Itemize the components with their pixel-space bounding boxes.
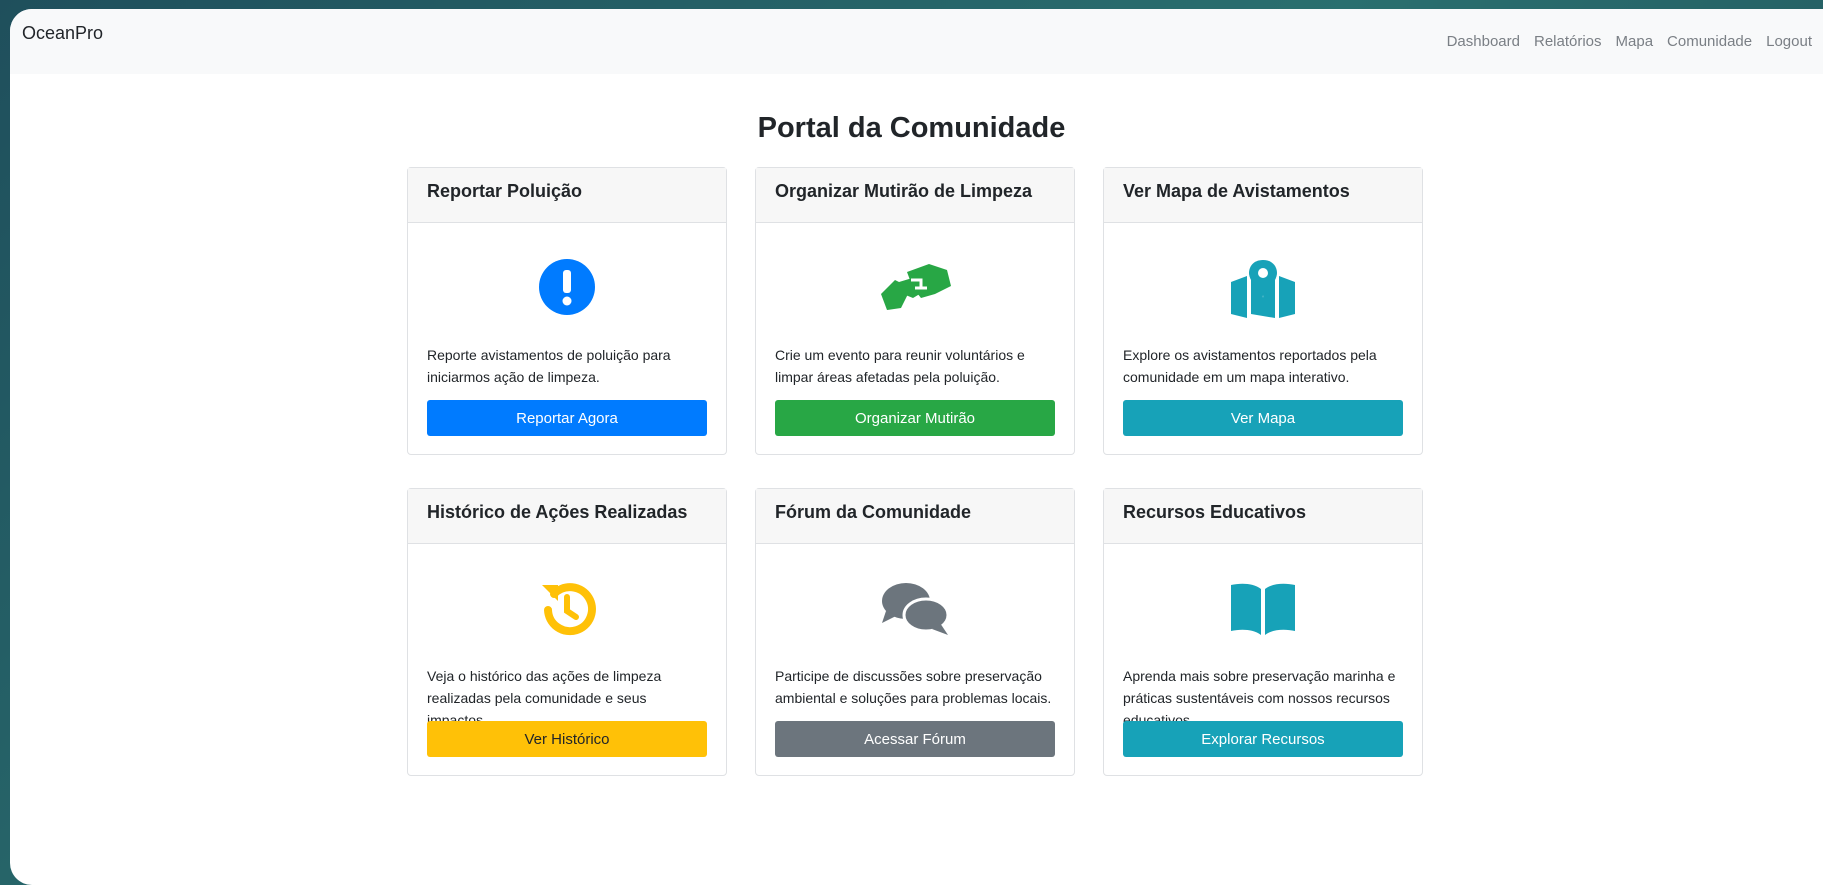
card-title: Organizar Mutirão de Limpeza [756, 168, 1074, 223]
history-icon [408, 579, 726, 643]
view-history-button[interactable]: Ver Histórico [427, 721, 707, 757]
card-title: Reportar Poluição [408, 168, 726, 223]
map-marked-icon [1104, 258, 1422, 322]
card-description: Crie um evento para reunir voluntários e… [775, 347, 1025, 385]
navbar: OceanPro Dashboard Relatórios Mapa Comun… [10, 9, 1823, 74]
handshake-icon [756, 258, 1074, 322]
nav-link-mapa[interactable]: Mapa [1616, 33, 1654, 50]
card-description: Participe de discussões sobre preservaçã… [775, 668, 1052, 706]
brand-logo[interactable]: OceanPro [22, 23, 103, 44]
nav-link-logout[interactable]: Logout [1766, 33, 1812, 50]
card-description: Explore os avistamentos reportados pela … [1123, 347, 1377, 385]
exclamation-circle-icon [408, 258, 726, 322]
explore-resources-button[interactable]: Explorar Recursos [1123, 721, 1403, 757]
card-educational-resources: Recursos Educativos Aprenda mais sobre p… [1103, 488, 1423, 776]
nav-link-dashboard[interactable]: Dashboard [1447, 33, 1520, 50]
card-title: Histórico de Ações Realizadas [408, 489, 726, 544]
comments-icon [756, 579, 1074, 643]
book-open-icon [1104, 579, 1422, 643]
card-sightings-map: Ver Mapa de Avistamentos Explore os avis… [1103, 167, 1423, 455]
report-now-button[interactable]: Reportar Agora [427, 400, 707, 436]
card-title: Fórum da Comunidade [756, 489, 1074, 544]
card-action-history: Histórico de Ações Realizadas Veja o his… [407, 488, 727, 776]
card-description: Reporte avistamentos de poluição para in… [427, 347, 671, 385]
access-forum-button[interactable]: Acessar Fórum [775, 721, 1055, 757]
card-title: Recursos Educativos [1104, 489, 1422, 544]
organize-cleanup-button[interactable]: Organizar Mutirão [775, 400, 1055, 436]
nav-links: Dashboard Relatórios Mapa Comunidade Log… [1447, 33, 1812, 50]
card-grid: Reportar Poluição Reporte avistamentos d… [407, 167, 1423, 776]
view-map-button[interactable]: Ver Mapa [1123, 400, 1403, 436]
nav-link-relatorios[interactable]: Relatórios [1534, 33, 1602, 50]
card-community-forum: Fórum da Comunidade Participe de discuss… [755, 488, 1075, 776]
card-title: Ver Mapa de Avistamentos [1104, 168, 1422, 223]
card-organize-cleanup: Organizar Mutirão de Limpeza Crie um eve… [755, 167, 1075, 455]
nav-link-comunidade[interactable]: Comunidade [1667, 33, 1752, 50]
page-title: Portal da Comunidade [757, 112, 1066, 144]
card-report-pollution: Reportar Poluição Reporte avistamentos d… [407, 167, 727, 455]
